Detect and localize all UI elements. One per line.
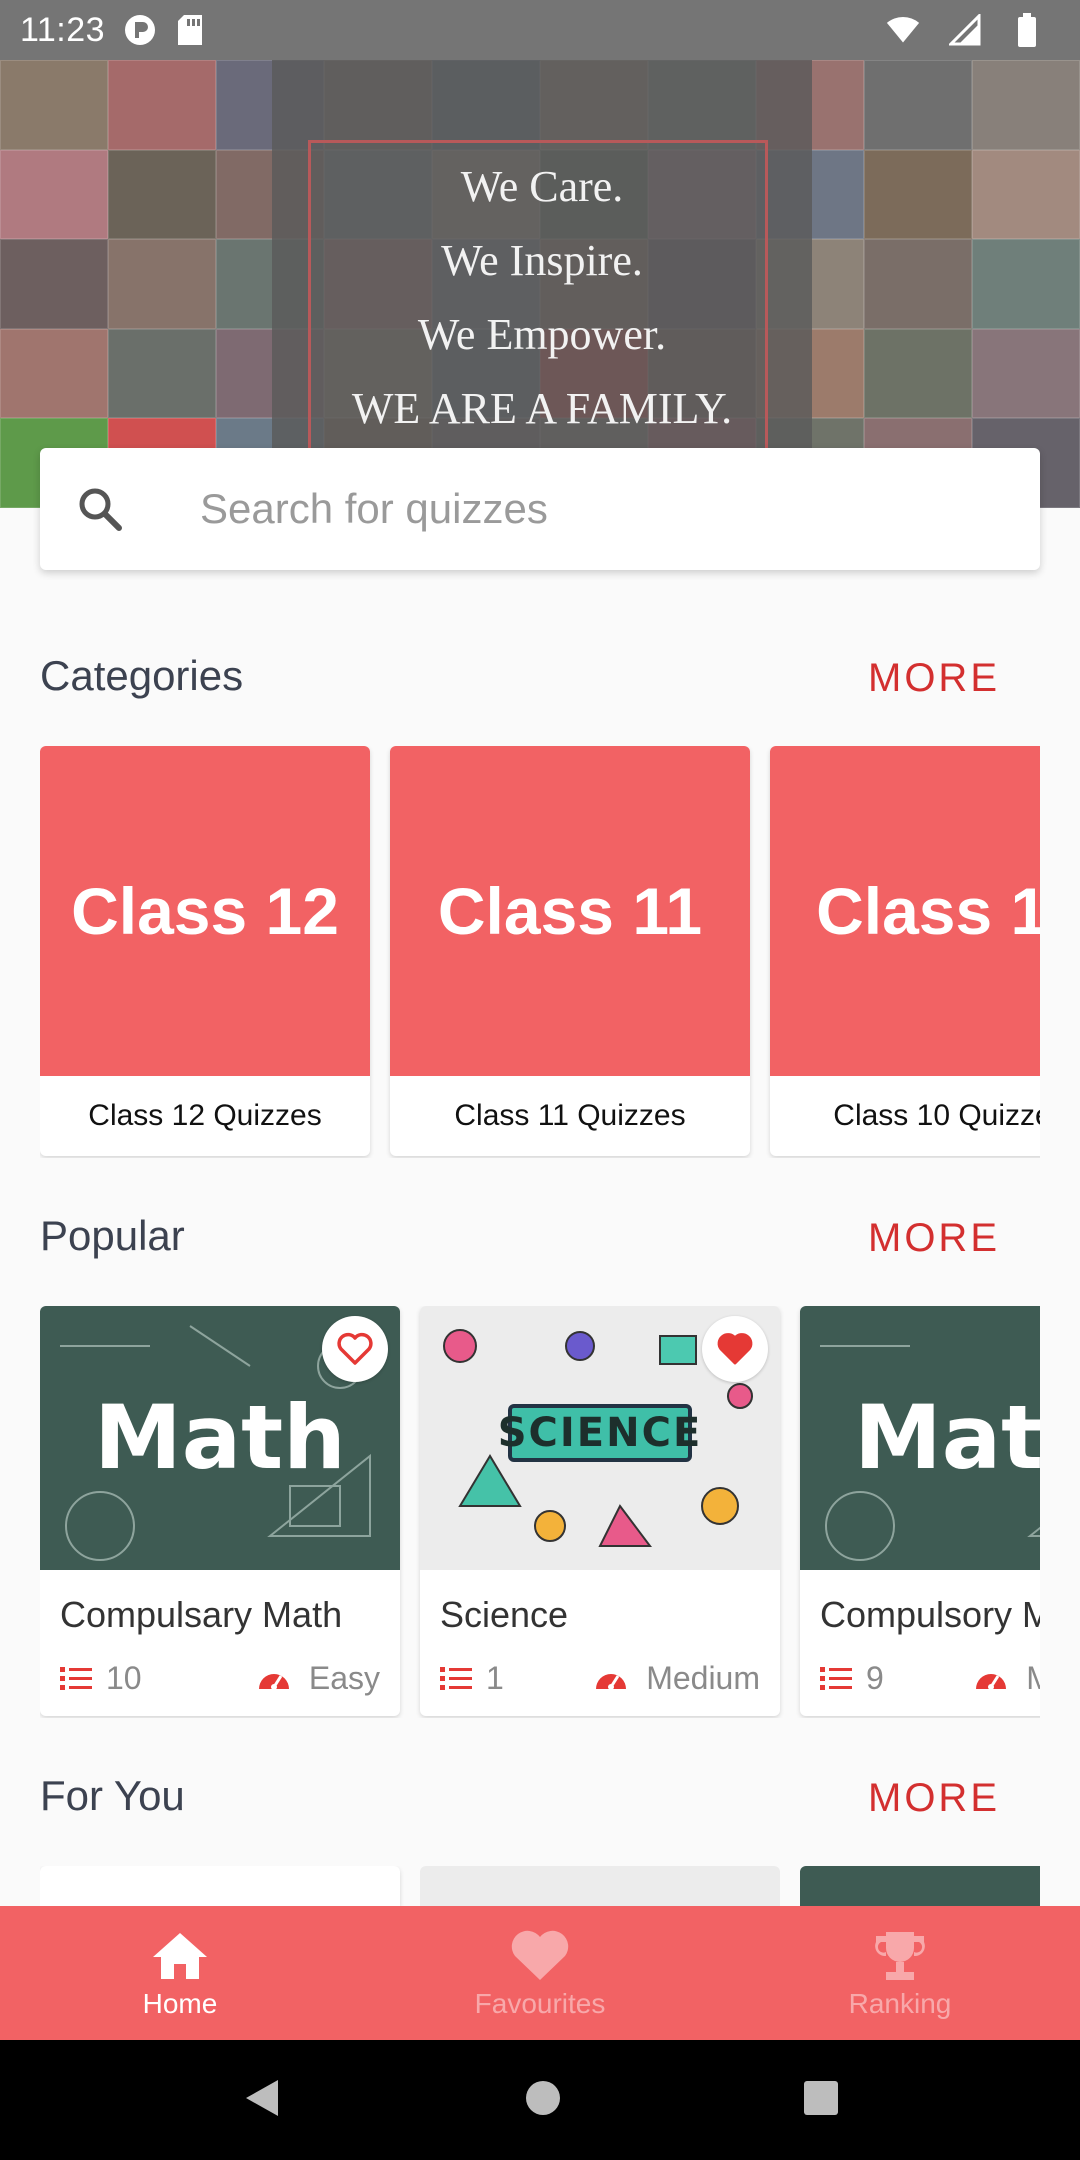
search-bar[interactable]: Search for quizzes bbox=[40, 448, 1040, 570]
speedometer-icon bbox=[976, 1673, 1007, 1690]
quiz-meta: 10 Easy bbox=[60, 1660, 380, 1697]
difficulty-label: Medium bbox=[1026, 1660, 1040, 1696]
heart-icon bbox=[510, 1926, 570, 1986]
list-icon bbox=[820, 1666, 852, 1690]
difficulty-label: Easy bbox=[308, 1660, 380, 1696]
question-count: 10 bbox=[106, 1660, 142, 1696]
for-you-title: For You bbox=[40, 1772, 185, 1819]
status-bar: 11:23 bbox=[0, 0, 1080, 60]
categories-list[interactable]: Class 12 Class 12 Quizzes Class 11 Class… bbox=[40, 746, 1040, 1158]
category-label: Class 11 Quizzes bbox=[454, 1099, 686, 1132]
home-circle-icon[interactable] bbox=[523, 2078, 563, 2123]
categories-title: Categories bbox=[40, 652, 244, 699]
quiz-meta: 9 Medium bbox=[820, 1660, 1040, 1697]
system-navigation-bar bbox=[0, 2040, 1080, 2160]
quiz-card-compulsary-math[interactable]: Math Compulsary Math 10 Easy bbox=[40, 1306, 400, 1716]
signal-icon bbox=[948, 13, 982, 47]
nav-label: Home bbox=[142, 1988, 218, 2019]
speedometer-icon bbox=[258, 1673, 289, 1690]
list-icon bbox=[440, 1666, 472, 1690]
pocket-icon bbox=[123, 13, 157, 47]
category-label: Class 12 Quizzes bbox=[88, 1099, 322, 1132]
question-count: 9 bbox=[866, 1660, 884, 1696]
nav-favourites[interactable]: Favourites bbox=[360, 1906, 720, 2040]
for-you-list[interactable] bbox=[40, 1866, 1040, 1906]
battery-icon bbox=[1010, 13, 1044, 47]
hero-line: We Empower. bbox=[417, 310, 667, 359]
quiz-image-text: Math bbox=[94, 1386, 346, 1489]
list-icon bbox=[60, 1666, 92, 1690]
for-you-card[interactable] bbox=[420, 1866, 780, 1906]
search-input[interactable]: Search for quizzes bbox=[200, 485, 548, 533]
quiz-image: Math bbox=[40, 1306, 400, 1570]
trophy-icon bbox=[870, 1926, 930, 1986]
quiz-title: Compulsory Math bbox=[820, 1594, 1040, 1635]
quiz-image: Math bbox=[800, 1306, 1040, 1570]
hero-banner: We Care. We Inspire. We Empower. WE ARE … bbox=[0, 60, 1080, 508]
speedometer-icon bbox=[596, 1673, 627, 1690]
recents-icon[interactable] bbox=[802, 2079, 840, 2122]
question-count: 1 bbox=[486, 1660, 504, 1696]
category-image: Class 12 bbox=[40, 746, 370, 1076]
hero-line: WE ARE A FAMILY. bbox=[351, 384, 733, 433]
status-time: 11:23 bbox=[20, 10, 106, 49]
nav-home[interactable]: Home bbox=[0, 1906, 360, 2040]
popular-list[interactable]: Math Compulsary Math 10 Easy SCIENCE Sci… bbox=[40, 1306, 1040, 1718]
hero-line: We Care. bbox=[460, 162, 624, 211]
for-you-card[interactable] bbox=[800, 1866, 1040, 1906]
hero-line: We Inspire. bbox=[441, 236, 643, 285]
quiz-image: SCIENCE bbox=[420, 1306, 780, 1570]
quiz-card-science[interactable]: SCIENCE Science 1 Medium bbox=[420, 1306, 780, 1716]
for-you-more-button[interactable]: MORE bbox=[868, 1776, 1000, 1821]
quiz-card-compulsory-math[interactable]: Math Compulsory Math 9 Medium bbox=[800, 1306, 1040, 1716]
popular-more-button[interactable]: MORE bbox=[868, 1216, 1000, 1261]
hero-quote: We Care. We Inspire. We Empower. WE ARE … bbox=[272, 150, 812, 446]
quiz-image-text: Math bbox=[854, 1386, 1040, 1489]
categories-more-button[interactable]: MORE bbox=[868, 656, 1000, 701]
category-image: Class 10 bbox=[770, 746, 1040, 1076]
sd-card-icon bbox=[173, 13, 207, 47]
nav-label: Favourites bbox=[474, 1988, 606, 2019]
search-icon bbox=[40, 484, 160, 534]
wifi-icon bbox=[886, 13, 920, 47]
category-image: Class 11 bbox=[390, 746, 750, 1076]
favourite-button[interactable] bbox=[322, 1316, 388, 1382]
category-card-class-11[interactable]: Class 11 Class 11 Quizzes bbox=[390, 746, 750, 1156]
back-icon[interactable] bbox=[240, 2076, 284, 2125]
quiz-image-text: SCIENCE bbox=[497, 1410, 703, 1456]
category-label: Class 10 Quizzes bbox=[833, 1099, 1040, 1132]
quiz-meta: 1 Medium bbox=[440, 1660, 760, 1697]
nav-ranking[interactable]: Ranking bbox=[720, 1906, 1080, 2040]
popular-title: Popular bbox=[40, 1212, 185, 1259]
quiz-title: Compulsary Math bbox=[60, 1594, 343, 1635]
quiz-title: Science bbox=[440, 1594, 569, 1635]
category-card-class-12[interactable]: Class 12 Class 12 Quizzes bbox=[40, 746, 370, 1156]
difficulty-label: Medium bbox=[646, 1660, 760, 1696]
heart-filled-icon bbox=[717, 1333, 753, 1365]
home-icon bbox=[150, 1926, 210, 1986]
for-you-card[interactable] bbox=[40, 1866, 400, 1906]
bottom-navigation: Home Favourites Ranking bbox=[0, 1906, 1080, 2040]
category-card-class-10[interactable]: Class 10 Class 10 Quizzes bbox=[770, 746, 1040, 1156]
favourite-button[interactable] bbox=[702, 1316, 768, 1382]
nav-label: Ranking bbox=[848, 1988, 952, 2019]
heart-outline-icon bbox=[337, 1332, 373, 1365]
